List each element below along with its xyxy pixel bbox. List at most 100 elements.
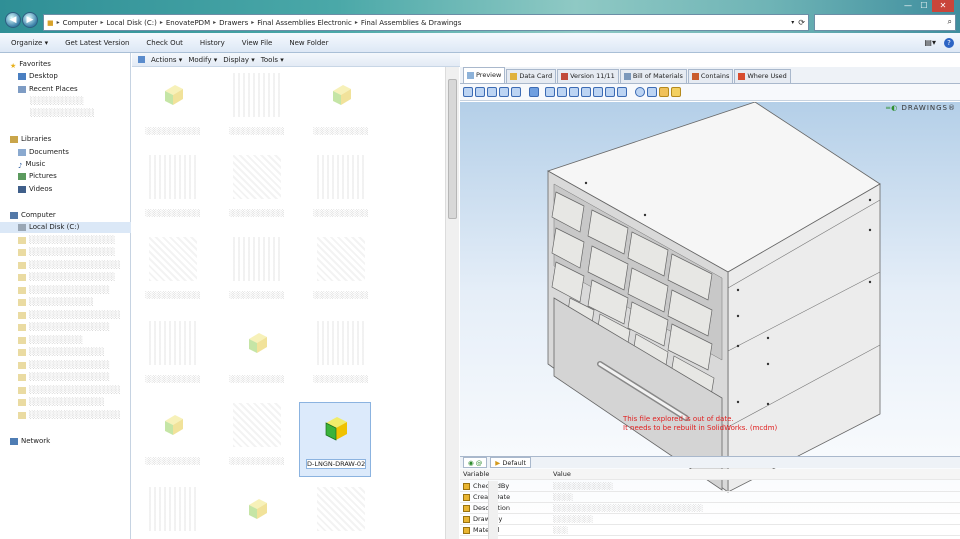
new-folder-button[interactable]: New Folder [289, 39, 328, 47]
print-icon[interactable] [647, 87, 657, 97]
property-row[interactable]: CreateDate░░░░ [460, 492, 960, 503]
nav-faded-folder[interactable]: ░░░░░░░░░░░░░░ [18, 347, 149, 358]
back-button[interactable]: ◀ [5, 12, 21, 28]
property-row[interactable]: CheckedBy░░░░░░░░░░░░ [460, 481, 960, 492]
refresh-icon[interactable]: ⟳ [798, 18, 805, 27]
property-row[interactable]: Description░░░░░░░░░░░░░░░░░░░░░░░░░░░░░… [460, 503, 960, 514]
zoom-out-icon[interactable] [475, 87, 485, 97]
file-item[interactable] [221, 483, 293, 539]
breadcrumb-final-assemblies-electronic[interactable]: Final Assemblies Electronic [257, 19, 352, 27]
breadcrumb-local-disk[interactable]: Local Disk (C:) [106, 19, 156, 27]
breadcrumb-final-assemblies-drawings[interactable]: Final Assemblies & Drawings [361, 19, 462, 27]
nav-faded-folder[interactable]: ░░░░░░░░░░░░░░░░░ [18, 260, 149, 271]
nav-libraries[interactable]: Libraries [10, 134, 141, 145]
nav-computer[interactable]: Computer [10, 210, 141, 221]
address-bar[interactable]: ■ ▸ Computer ▸ Local Disk (C:) ▸ Enovate… [43, 14, 809, 31]
nav-faded-folder[interactable]: ░░░░░░░░░░░░░░░░░ [18, 385, 149, 396]
file-item[interactable] [305, 483, 377, 539]
file-item[interactable]: ░░░░░░░░░░░ [137, 69, 209, 144]
file-item[interactable]: ░░░░░░░░░░░ [305, 233, 377, 308]
nav-faded-folder[interactable]: ░░░░░░░░░░░░ [18, 297, 149, 308]
property-row[interactable]: DrawnBy░░░░░░░░ [460, 514, 960, 525]
nav-faded-folder[interactable]: ░░░░░░░░░░ [18, 335, 149, 346]
nav-faded-folder[interactable]: ░░░░░░░░░░░░░░░░░ [18, 410, 149, 421]
nav-faded-folder[interactable]: ░░░░░░░░░░░░░░░░ [18, 247, 149, 258]
file-item[interactable]: ░░░░░░░░░░░ [137, 399, 209, 474]
nav-music[interactable]: ♪ Music [18, 159, 149, 170]
file-item[interactable] [137, 483, 209, 539]
tab-default[interactable]: ▶ Default [490, 457, 532, 468]
check-out-button[interactable]: Check Out [146, 39, 182, 47]
tab-data-card[interactable]: Data Card [506, 69, 557, 83]
zoom-in-icon[interactable] [463, 87, 473, 97]
tab-at-icon[interactable]: ◉ @ [463, 457, 488, 468]
tab-bill-of-materials[interactable]: Bill of Materials [619, 69, 687, 83]
search-icon[interactable]: ⌕ [948, 17, 952, 27]
breadcrumb-drawers[interactable]: Drawers [219, 19, 248, 27]
help-icon[interactable]: ? [944, 37, 954, 48]
nav-faded-folder[interactable]: ░░░░░░░░░░░░░░░ [18, 360, 149, 371]
file-item[interactable]: ░░░░░░░░░░░ [137, 233, 209, 308]
dropdown-icon[interactable]: ▾ [791, 19, 794, 26]
close-button[interactable]: ✕ [932, 0, 954, 12]
display-menu[interactable]: Display ▾ [223, 56, 255, 64]
maximize-button[interactable]: ☐ [916, 0, 932, 12]
zoom-fit-icon[interactable] [487, 87, 497, 97]
scrollbar-thumb[interactable] [448, 79, 457, 219]
nav-faded-folder[interactable]: ░░░░░░░░░░░░░░░ [18, 372, 149, 383]
actions-menu[interactable]: Actions ▾ [151, 56, 182, 64]
nav-faded-folder[interactable]: ░░░░░░░░░░░░░░░░ [18, 235, 149, 246]
view-right-icon[interactable] [581, 87, 591, 97]
breadcrumb-enovatepdm[interactable]: EnovatePDM [166, 19, 210, 27]
minimize-button[interactable]: — [900, 0, 916, 12]
home-icon[interactable] [659, 87, 669, 97]
view-file-button[interactable]: View File [242, 39, 273, 47]
view-standard-icon[interactable] [529, 87, 539, 97]
nav-videos[interactable]: Videos [18, 184, 149, 195]
nav-local-disk[interactable]: Local Disk (C:) [0, 222, 131, 233]
file-item[interactable]: ░░░░░░░░░░░ [221, 233, 293, 308]
file-item[interactable]: ░░░░░░░░░░░ [305, 69, 377, 144]
modify-menu[interactable]: Modify ▾ [188, 56, 217, 64]
rotate-icon[interactable] [499, 87, 509, 97]
view-front-icon[interactable] [545, 87, 555, 97]
file-grid-scrollbar[interactable] [445, 67, 459, 539]
view-options-icon[interactable]: ▤▾ [924, 38, 936, 47]
tab-where-used[interactable]: Where Used [734, 69, 791, 83]
nav-faded-folder[interactable]: ░░░░░░░░░░░░░░░░░ [18, 310, 149, 321]
nav-desktop[interactable]: Desktop [18, 71, 149, 82]
file-item[interactable]: ░░░░░░░░░░░ [221, 399, 293, 474]
search-input[interactable]: ⌕ [814, 14, 956, 31]
nav-faded-folder[interactable]: ░░░░░░░░░░░░░░░░ [18, 272, 149, 283]
view-iso-icon[interactable] [617, 87, 627, 97]
get-latest-version-button[interactable]: Get Latest Version [65, 39, 129, 47]
view-bottom-icon[interactable] [605, 87, 615, 97]
tools-menu[interactable]: Tools ▾ [261, 56, 284, 64]
nav-faded-folder[interactable]: ░░░░░░░░░░░░░░░ [18, 285, 149, 296]
nav-favorites[interactable]: ★ Favorites [10, 59, 141, 70]
file-item[interactable]: ░░░░░░░░░░░ [305, 151, 377, 226]
nav-pictures[interactable]: Pictures [18, 171, 149, 182]
breadcrumb-computer[interactable]: Computer [63, 19, 98, 27]
nav-faded-folder[interactable]: ░░░░░░░░░░░░░░░ [18, 322, 149, 333]
file-item[interactable]: ░░░░░░░░░░░ [221, 69, 293, 144]
file-item[interactable]: ░░░░░░░░░░░ [221, 317, 293, 392]
tab-preview[interactable]: Preview [463, 67, 506, 83]
tab-contains[interactable]: Contains [687, 69, 734, 83]
file-item[interactable]: ░░░░░░░░░░░ [137, 317, 209, 392]
forward-button[interactable]: ▶ [22, 12, 38, 28]
tab-version[interactable]: Version 11/11 [557, 69, 619, 83]
history-button[interactable]: History [200, 39, 225, 47]
organize-menu[interactable]: Organize ▾ [11, 39, 48, 47]
view-top-icon[interactable] [593, 87, 603, 97]
nav-network[interactable]: Network [10, 436, 141, 447]
view-left-icon[interactable] [569, 87, 579, 97]
file-item-selected[interactable]: D-LNGN-DRAW-02 [299, 402, 371, 477]
file-item[interactable]: ░░░░░░░░░░░ [221, 151, 293, 226]
file-item[interactable]: ░░░░░░░░░░░ [305, 317, 377, 392]
properties-scrollbar[interactable] [488, 481, 498, 539]
nav-recent-places[interactable]: Recent Places [18, 84, 149, 95]
nav-documents[interactable]: Documents [18, 147, 149, 158]
file-item[interactable]: ░░░░░░░░░░░ [137, 151, 209, 226]
search-icon[interactable] [635, 87, 645, 97]
